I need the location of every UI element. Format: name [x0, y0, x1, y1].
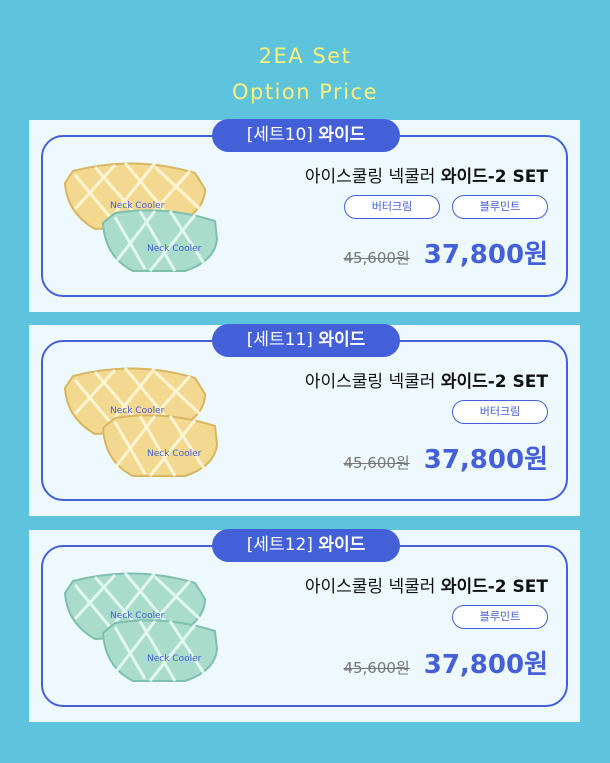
product-name-prefix: 아이스쿨링 넥쿨러: [304, 577, 441, 597]
color-tag-blue-mint[interactable]: 블루민트: [452, 195, 548, 219]
color-tag-butter-cream[interactable]: 버터크림: [344, 195, 440, 219]
sale-price: 37,800원: [423, 240, 548, 270]
product-image: Neck Cooler Neck Cooler: [63, 162, 219, 272]
option-card-set12[interactable]: [세트12] 와이드 Neck Cooler Neck Cooler 아이스쿨링…: [29, 529, 580, 722]
product-name-bold: 와이드-2 SET: [440, 577, 548, 597]
color-tags: 블루민트: [452, 605, 548, 629]
header-title: 2EA Set: [258, 44, 352, 68]
color-tag-butter-cream[interactable]: 버터크림: [452, 400, 548, 424]
neck-cooler-bottom: Neck Cooler: [101, 414, 219, 477]
color-tag-blue-mint[interactable]: 블루민트: [452, 605, 548, 629]
original-price: 45,600원: [343, 454, 410, 472]
set-type: 와이드: [318, 535, 366, 555]
neck-cooler-bottom: Neck Cooler: [101, 209, 219, 272]
set-label-pill: [세트10] 와이드: [212, 119, 400, 152]
neck-cooler-bottom: Neck Cooler: [101, 619, 219, 682]
original-price: 45,600원: [343, 249, 410, 267]
sale-price: 37,800원: [423, 650, 548, 680]
option-card-set11[interactable]: [세트11] 와이드 Neck Cooler Neck Cooler 아이스쿨링…: [29, 324, 580, 516]
product-image: Neck Cooler Neck Cooler: [63, 367, 219, 477]
price-row: 45,600원 37,800원: [343, 234, 548, 271]
option-card-set10[interactable]: [세트10] 와이드 Neck Cooler Neck Cooler 아이스쿨링…: [29, 119, 580, 312]
header-subtitle: Option Price: [232, 80, 378, 104]
product-name: 아이스쿨링 넥쿨러 와이드-2 SET: [305, 162, 548, 187]
image-brand-text: Neck Cooler: [147, 244, 202, 254]
set-number: [세트11]: [246, 330, 313, 350]
set-number: [세트10]: [246, 125, 313, 145]
color-tags: 버터크림: [452, 400, 548, 424]
set-label-pill: [세트12] 와이드: [212, 529, 400, 562]
header: 2EA Set Option Price: [0, 38, 610, 110]
product-name: 아이스쿨링 넥쿨러 와이드-2 SET: [305, 572, 548, 597]
product-name-prefix: 아이스쿨링 넥쿨러: [304, 372, 441, 392]
color-tags: 버터크림 블루민트: [344, 195, 548, 219]
set-type: 와이드: [318, 330, 366, 350]
original-price: 45,600원: [343, 659, 410, 677]
set-type: 와이드: [318, 125, 366, 145]
sale-price: 37,800원: [423, 445, 548, 475]
set-label-pill: [세트11] 와이드: [212, 324, 400, 357]
product-name-bold: 와이드-2 SET: [440, 372, 548, 392]
product-name-bold: 와이드-2 SET: [440, 167, 548, 187]
price-row: 45,600원 37,800원: [343, 644, 548, 681]
product-image: Neck Cooler Neck Cooler: [63, 572, 219, 682]
product-name: 아이스쿨링 넥쿨러 와이드-2 SET: [305, 367, 548, 392]
price-row: 45,600원 37,800원: [343, 439, 548, 476]
image-brand-text: Neck Cooler: [147, 449, 202, 459]
set-number: [세트12]: [246, 535, 313, 555]
image-brand-text: Neck Cooler: [147, 654, 202, 664]
product-name-prefix: 아이스쿨링 넥쿨러: [304, 167, 441, 187]
